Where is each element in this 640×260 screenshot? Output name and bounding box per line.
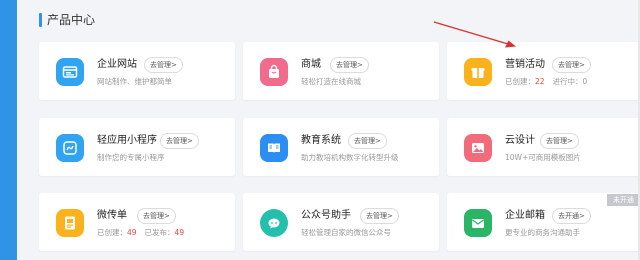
card-description: 网站制作、维护都简单 bbox=[97, 77, 172, 86]
ongoing-count: 0 bbox=[582, 77, 588, 86]
manage-button[interactable]: 去管理> bbox=[144, 57, 183, 73]
product-card-education[interactable]: 教育系统 去管理> 助力教培机构数字化转型升级 bbox=[243, 118, 439, 176]
card-title: 公众号助手 bbox=[301, 210, 351, 221]
manage-button[interactable]: 去管理> bbox=[360, 208, 399, 224]
created-label: 已创建： bbox=[505, 77, 535, 86]
manage-button[interactable]: 去管理> bbox=[137, 208, 176, 224]
card-description: 更专业的商务沟通助手 bbox=[505, 228, 580, 237]
mail-icon bbox=[464, 209, 492, 237]
manage-button[interactable]: 去管理> bbox=[552, 57, 591, 73]
card-title: 微传单 bbox=[97, 210, 127, 221]
image-icon bbox=[464, 134, 492, 162]
card-title: 教育系统 bbox=[301, 135, 341, 146]
manage-button[interactable]: 去管理> bbox=[348, 133, 387, 149]
product-card-cloud-design[interactable]: 云设计 去管理> 10W+可商用模板图片 bbox=[447, 118, 640, 176]
card-description: 助力教培机构数字化转型升级 bbox=[301, 153, 399, 162]
left-sidebar-edge bbox=[0, 0, 17, 260]
ongoing-label: 进行中： bbox=[552, 77, 583, 86]
not-open-badge: 未开通 bbox=[607, 194, 640, 206]
book-icon bbox=[260, 134, 288, 162]
wechat-icon bbox=[260, 209, 288, 237]
published-count: 49 bbox=[174, 228, 185, 237]
gift-icon bbox=[464, 58, 492, 86]
card-title: 营销活动 bbox=[505, 59, 545, 70]
card-title: 商城 bbox=[301, 59, 321, 70]
manage-button[interactable]: 去管理> bbox=[540, 133, 579, 149]
card-title: 轻应用小程序 bbox=[97, 135, 157, 146]
product-card-shop[interactable]: 商城 去管理> 轻松打造在线商城 bbox=[243, 42, 439, 100]
product-card-marketing[interactable]: 营销活动 去管理> 已创建：22 进行中：0 bbox=[447, 42, 640, 100]
product-card-wechat-assistant[interactable]: 公众号助手 去管理> 轻松管理自家的微信公众号 bbox=[243, 193, 439, 251]
manage-button[interactable]: 去管理> bbox=[160, 133, 199, 149]
created-count: 49 bbox=[127, 228, 137, 237]
product-card-flyer[interactable]: 微传单 去管理> 已创建：49 已发布：49 bbox=[39, 193, 235, 251]
created-label: 已创建： bbox=[97, 228, 127, 237]
product-card-website[interactable]: 企业网站 去管理> 网站制作、维护都简单 bbox=[39, 42, 235, 100]
product-card-mini-program[interactable]: 轻应用小程序 去管理> 制作您的专属小程序 bbox=[39, 118, 235, 176]
card-title: 企业网站 bbox=[97, 59, 137, 70]
card-description: 轻松管理自家的微信公众号 bbox=[301, 228, 391, 237]
card-description: 10W+可商用模板图片 bbox=[505, 153, 581, 162]
published-label: 已发布： bbox=[144, 228, 175, 237]
card-stats: 已创建：49 已发布：49 bbox=[97, 227, 184, 239]
created-count: 22 bbox=[535, 77, 545, 86]
website-icon bbox=[56, 58, 84, 86]
mini-program-icon bbox=[56, 134, 84, 162]
activate-button[interactable]: 去开通> bbox=[552, 208, 591, 224]
card-description: 轻松打造在线商城 bbox=[301, 77, 361, 86]
manage-button[interactable]: 去管理> bbox=[330, 57, 369, 73]
flyer-icon bbox=[56, 209, 84, 237]
card-title: 企业邮箱 bbox=[505, 210, 545, 221]
card-stats: 已创建：22 进行中：0 bbox=[505, 76, 587, 88]
card-description: 制作您的专属小程序 bbox=[97, 153, 165, 162]
shop-bag-icon bbox=[260, 58, 288, 86]
card-title: 云设计 bbox=[505, 135, 535, 146]
section-title: 产品中心 bbox=[39, 11, 95, 29]
